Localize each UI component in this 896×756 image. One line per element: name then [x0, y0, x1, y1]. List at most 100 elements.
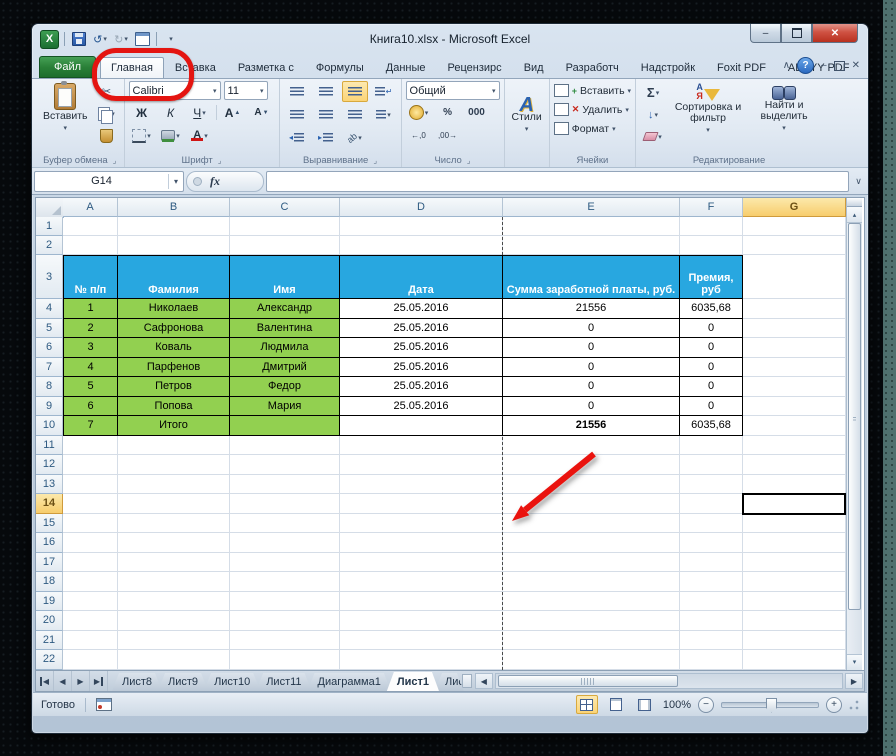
undo-button[interactable]: ↺ ▾: [91, 30, 109, 48]
delete-cells-button[interactable]: ✕ Удалить ▾: [553, 100, 629, 119]
table-cell[interactable]: 0: [503, 357, 680, 377]
autosum-button[interactable]: Σ ▾: [640, 82, 666, 103]
table-view-button[interactable]: [133, 30, 151, 48]
table-cell[interactable]: 6035,68: [680, 299, 743, 319]
dialog-launcher-icon[interactable]: ⌟: [113, 156, 117, 165]
fill-button[interactable]: ↓ ▾: [640, 104, 666, 125]
percent-format-button[interactable]: %: [435, 102, 461, 123]
scroll-left-button[interactable]: ◀: [474, 673, 493, 689]
table-cell[interactable]: 25.05.2016: [340, 318, 503, 338]
table-cell[interactable]: Итого: [118, 416, 230, 436]
row-header-18[interactable]: 18: [36, 572, 63, 592]
table-cell[interactable]: 0: [503, 377, 680, 397]
copy-button[interactable]: ▾: [94, 103, 120, 124]
format-painter-button[interactable]: [94, 125, 120, 146]
orientation-button[interactable]: ab ▾: [342, 127, 368, 148]
row-header-19[interactable]: 19: [36, 591, 63, 611]
align-middle-button[interactable]: [313, 81, 339, 102]
table-cell[interactable]: 2: [63, 318, 118, 338]
fill-color-button[interactable]: ▾: [158, 125, 184, 146]
bold-button[interactable]: Ж: [129, 102, 155, 123]
normal-view-button[interactable]: [575, 695, 598, 714]
table-cell[interactable]: Сафронова: [118, 318, 230, 338]
macro-record-icon[interactable]: [95, 698, 112, 711]
font-size-combo[interactable]: 11 ▾: [223, 81, 268, 100]
merge-center-button[interactable]: ▾: [371, 104, 397, 125]
resize-grip[interactable]: [849, 699, 859, 710]
table-cell[interactable]: 7: [63, 416, 118, 436]
table-cell[interactable]: Федор: [230, 377, 340, 397]
decrease-font-button[interactable]: А ▼: [249, 102, 275, 123]
scrollbar-split-handle[interactable]: [847, 198, 862, 207]
decrease-indent-button[interactable]: ◂: [284, 127, 310, 148]
table-cell[interactable]: Людмила: [230, 338, 340, 358]
column-header-C[interactable]: C: [230, 198, 340, 217]
table-cell[interactable]: Валентина: [230, 318, 340, 338]
tab-7[interactable]: Вид: [513, 57, 555, 78]
find-select-button[interactable]: Найти и выделить ▾: [750, 81, 818, 136]
table-cell[interactable]: 0: [680, 377, 743, 397]
table-cell[interactable]: 21556: [503, 416, 680, 436]
horizontal-scrollbar-thumb[interactable]: [497, 675, 678, 687]
scroll-right-button[interactable]: ▶: [845, 673, 863, 689]
row-header-21[interactable]: 21: [36, 630, 63, 650]
workbook-minimize-icon[interactable]: –: [821, 60, 827, 71]
increase-font-button[interactable]: А ▲: [220, 102, 246, 123]
last-sheet-button[interactable]: ▶: [90, 671, 108, 691]
column-header-E[interactable]: E: [503, 198, 680, 217]
row-header-15[interactable]: 15: [36, 513, 63, 533]
tab-3[interactable]: Разметка с: [227, 57, 305, 78]
zoom-out-button[interactable]: −: [698, 696, 714, 713]
scroll-down-button[interactable]: ▾: [847, 653, 862, 670]
table-cell[interactable]: 25.05.2016: [340, 396, 503, 416]
table-cell[interactable]: 4: [63, 357, 118, 377]
row-header-3[interactable]: 3: [36, 255, 63, 299]
column-header-B[interactable]: B: [118, 198, 230, 217]
table-header-cell[interactable]: Сумма заработной платы, руб.: [503, 255, 680, 299]
table-cell[interactable]: 21556: [503, 299, 680, 319]
row-header-6[interactable]: 6: [36, 338, 63, 358]
table-header-cell[interactable]: Фамилия: [118, 255, 230, 299]
row-header-5[interactable]: 5: [36, 318, 63, 338]
excel-logo-icon[interactable]: X: [40, 29, 59, 49]
column-header-G[interactable]: G: [743, 198, 846, 217]
table-cell[interactable]: Николаев: [118, 299, 230, 319]
row-header-14[interactable]: 14: [36, 494, 63, 514]
column-header-A[interactable]: A: [63, 198, 118, 217]
increase-indent-button[interactable]: ▸: [313, 127, 339, 148]
collapse-ribbon-icon[interactable]: ∧: [783, 60, 790, 71]
dialog-launcher-icon[interactable]: ⌟: [373, 156, 377, 165]
table-cell[interactable]: 25.05.2016: [340, 357, 503, 377]
number-format-combo[interactable]: Общий ▾: [405, 81, 500, 100]
row-header-4[interactable]: 4: [36, 299, 63, 319]
close-button[interactable]: ✕: [812, 24, 858, 43]
table-cell[interactable]: Попова: [118, 396, 230, 416]
dialog-launcher-icon[interactable]: ⌟: [467, 156, 471, 165]
table-cell[interactable]: 1: [63, 299, 118, 319]
tab-file[interactable]: Файл: [39, 56, 97, 78]
tab-4[interactable]: Формулы: [305, 57, 375, 78]
table-cell[interactable]: 5: [63, 377, 118, 397]
font-color-button[interactable]: А ▾: [187, 125, 213, 146]
save-button[interactable]: [70, 30, 88, 48]
table-cell[interactable]: 25.05.2016: [340, 377, 503, 397]
align-right-button[interactable]: [342, 104, 368, 125]
align-left-button[interactable]: [284, 104, 310, 125]
align-center-button[interactable]: [313, 104, 339, 125]
table-cell[interactable]: 25.05.2016: [340, 299, 503, 319]
name-box[interactable]: G14 ▾: [34, 170, 184, 192]
table-cell[interactable]: 0: [503, 338, 680, 358]
table-header-cell[interactable]: Имя: [230, 255, 340, 299]
column-header-D[interactable]: D: [340, 198, 503, 217]
wrap-text-button[interactable]: ↵: [371, 81, 397, 102]
vertical-scrollbar-thumb[interactable]: [848, 223, 861, 610]
table-cell[interactable]: 0: [503, 396, 680, 416]
sheet-tab-1[interactable]: Лист8: [112, 673, 162, 691]
table-cell[interactable]: Петров: [118, 377, 230, 397]
zoom-slider[interactable]: [721, 697, 819, 713]
table-cell[interactable]: Парфенов: [118, 357, 230, 377]
workbook-restore-icon[interactable]: [833, 60, 845, 71]
help-icon[interactable]: ?: [797, 57, 815, 74]
table-cell[interactable]: 0: [680, 338, 743, 358]
worksheet-grid[interactable]: A B C D E F G 1 2 3 4 5 6 7 8 9 10 11 12 13 14 15 16 17 18 19 20 21…: [36, 198, 862, 670]
